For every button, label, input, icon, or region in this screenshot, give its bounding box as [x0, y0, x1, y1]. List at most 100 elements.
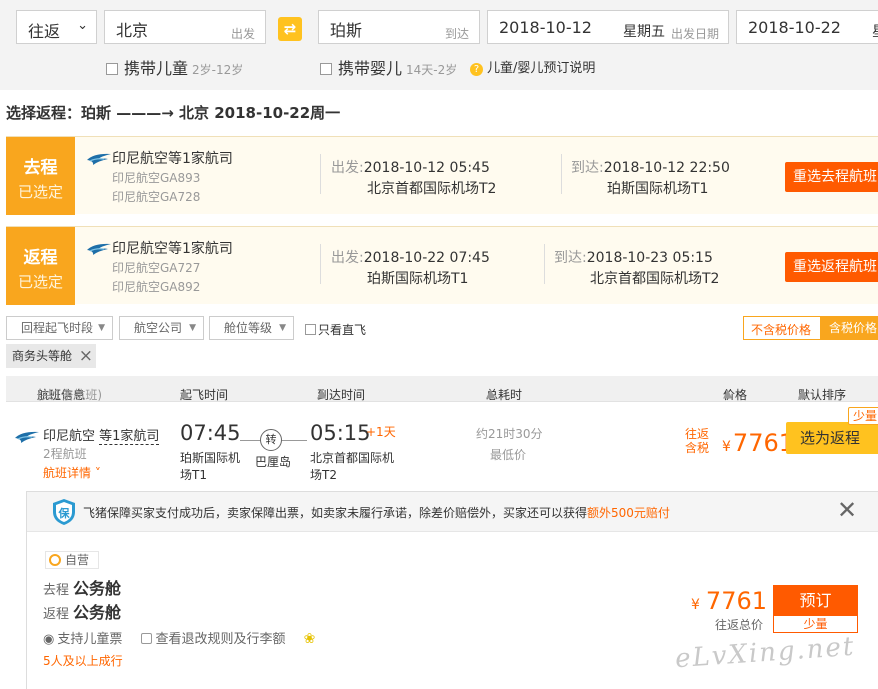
depart-date-input[interactable]: 2018-10-12 星期五 出发日期	[487, 10, 729, 44]
infant-checkbox[interactable]: 携带婴儿 14天-2岁	[320, 55, 457, 79]
child-checkbox[interactable]: 携带儿童 2岁-12岁	[106, 55, 243, 79]
child-ticket-option[interactable]: ◉ 支持儿童票	[43, 632, 122, 647]
cabin-value: 公务舱	[73, 603, 122, 622]
child-infant-help-link[interactable]: ? 儿童/婴儿预订说明	[470, 57, 595, 76]
more-airlines-link[interactable]: 等1家航司	[99, 429, 160, 445]
caret-down-icon: ▼	[98, 323, 105, 333]
table-header: 航班信息 (共1条航班) 起飞时间 ▲ 到达时间 ▲ 总耗时 ▲ 价格 ▲ 默认排…	[6, 376, 878, 402]
price-excl-tax-option[interactable]: 不含税价格	[751, 321, 811, 338]
flight-details-link[interactable]: 航班详情 ˅	[43, 464, 101, 481]
chevron-down-icon: ˅	[94, 466, 101, 480]
checkbox-icon[interactable]	[305, 324, 316, 335]
dep-airport: 珀斯国际机场T1	[180, 450, 240, 484]
rules-link[interactable]: 查看退改规则及行李额	[140, 632, 286, 647]
eye-icon: ◉	[43, 632, 55, 647]
arr-time: 05:15	[310, 421, 371, 445]
self-operated-icon	[49, 554, 61, 566]
return-date-input[interactable]: 2018-10-22 星	[736, 10, 878, 44]
arr-time: 2018-10-12 22:50	[603, 160, 730, 176]
arr-label: 到达:	[554, 250, 587, 266]
to-city-input[interactable]: 珀斯 到达	[318, 10, 480, 44]
filter-dep-time[interactable]: 回程起飞时段 ▼	[6, 316, 113, 340]
close-icon[interactable]: ×	[79, 344, 93, 368]
garuda-logo-icon	[87, 153, 111, 165]
airline-name: 印尼航空 等1家航司	[43, 425, 160, 445]
rules-label: 查看退改规则及行李额	[155, 632, 286, 647]
arr-airport: 北京首都国际机场T2	[590, 271, 720, 287]
guarantee-highlight: 额外500元赔付	[587, 506, 670, 520]
return-weekday: 星	[872, 21, 878, 41]
dep-airport-line1: 珀斯国际机	[180, 451, 241, 465]
few-seats-label: 少量	[803, 617, 828, 631]
price-incl-tax-option[interactable]: 含税价格	[820, 317, 878, 339]
help-label: 儿童/婴儿预订说明	[487, 61, 596, 76]
chevron-down-icon: ⌄	[77, 18, 88, 33]
caret-down-icon: ▼	[189, 323, 196, 333]
cabin-leg-label: 去程	[43, 583, 70, 598]
filter-cabin[interactable]: 舱位等级 ▼	[209, 316, 294, 340]
cabin-filter-chip: 商务头等舱 ×	[6, 344, 96, 368]
sort-up-icon: ▲	[798, 386, 808, 400]
filter-label: 航空公司	[134, 321, 183, 335]
few-seats-badge: 少量	[848, 407, 878, 425]
arr-airport-line1: 北京首都国际机	[310, 451, 395, 465]
garuda-logo-icon	[87, 243, 111, 255]
from-city-hint: 出发	[230, 27, 255, 41]
to-city-value: 珀斯	[330, 21, 363, 40]
from-city-input[interactable]: 北京 出发	[104, 10, 266, 44]
question-icon: ?	[470, 63, 483, 76]
svg-text:保: 保	[58, 506, 71, 520]
caret-down-icon: ▼	[279, 323, 286, 333]
plus-day-badge: +1天	[366, 425, 396, 439]
book-button[interactable]: 预订 少量	[773, 585, 858, 633]
dep-label: 出发:	[331, 160, 364, 176]
tax-incl-label: 含税	[685, 441, 710, 455]
infant-age: 14天-2岁	[406, 63, 458, 77]
airline-name: 印尼航空等1家航司	[112, 151, 233, 167]
tag-status: 已选定	[17, 273, 63, 291]
close-icon[interactable]: ✕	[837, 496, 857, 524]
select-return-button[interactable]: 选为返程	[786, 422, 878, 454]
rechoose-outbound-button[interactable]: 重选去程航班	[785, 162, 878, 192]
checkbox-icon[interactable]	[106, 63, 118, 75]
divider	[544, 244, 545, 284]
depart-date-hint: 出发日期	[671, 27, 720, 41]
guarantee-body: 飞猪保障买家支付成功后，卖家保障出票，如卖家未履行承诺，除差价赔偿外，买家还可以…	[83, 506, 588, 520]
badge-icon: ❀	[303, 631, 316, 647]
sort-up-icon: ▲	[180, 386, 190, 400]
filter-label: 舱位等级	[224, 321, 273, 335]
garuda-logo-icon	[15, 431, 39, 443]
infant-label: 携带婴儿	[338, 59, 403, 78]
outbound-selected: 去程 已选定 印尼航空等1家航司 印尼航空GA893 印尼航空GA728 出发:…	[6, 136, 878, 215]
divider	[320, 244, 321, 284]
arr-airport: 北京首都国际机场T2	[310, 450, 394, 484]
tag-title: 返程	[23, 248, 58, 268]
document-icon	[140, 633, 152, 644]
filter-airline[interactable]: 航空公司 ▼	[119, 316, 204, 340]
return-tag: 返程 已选定	[6, 227, 75, 305]
dep-label: 出发:	[331, 250, 364, 266]
departure-info: 出发:2018-10-22 07:45	[331, 247, 490, 267]
direct-only-checkbox[interactable]: 只看直飞	[305, 321, 366, 338]
airline-name: 印尼航空等1家航司	[112, 241, 233, 257]
arr-label: 到达:	[571, 160, 604, 176]
transfer-icon: 转	[260, 429, 282, 451]
rechoose-return-button[interactable]: 重选返程航班	[785, 252, 878, 282]
cabin-value: 公务舱	[73, 579, 122, 598]
price-toggle: 不含税价格 含税价格	[743, 316, 878, 340]
min-passengers: 5人及以上成行	[43, 654, 123, 668]
section-title: 选择返程：珀斯 ———→ 北京 2018-10-22周一	[6, 104, 341, 122]
trip-type-select[interactable]: 往返 ⌄	[16, 10, 97, 44]
arr-airport-line2: 场T2	[310, 468, 337, 482]
arrival-info: 到达:2018-10-23 05:15	[554, 247, 713, 267]
swap-cities-icon[interactable]: ⇄	[278, 17, 302, 41]
divider	[561, 154, 562, 194]
legs-count: 2程航班	[43, 447, 87, 461]
flight-number: 印尼航空GA727	[112, 261, 201, 275]
checkbox-icon[interactable]	[320, 63, 332, 75]
arr-time: 2018-10-23 05:15	[586, 250, 713, 266]
filter-label: 回程起飞时段	[21, 321, 94, 335]
dep-airport-line2: 场T1	[180, 468, 207, 482]
dep-time: 2018-10-22 07:45	[363, 250, 490, 266]
guarantee-banner: 保 飞猪保障买家支付成功后，卖家保障出票，如卖家未履行承诺，除差价赔偿外，买家还…	[27, 492, 878, 532]
